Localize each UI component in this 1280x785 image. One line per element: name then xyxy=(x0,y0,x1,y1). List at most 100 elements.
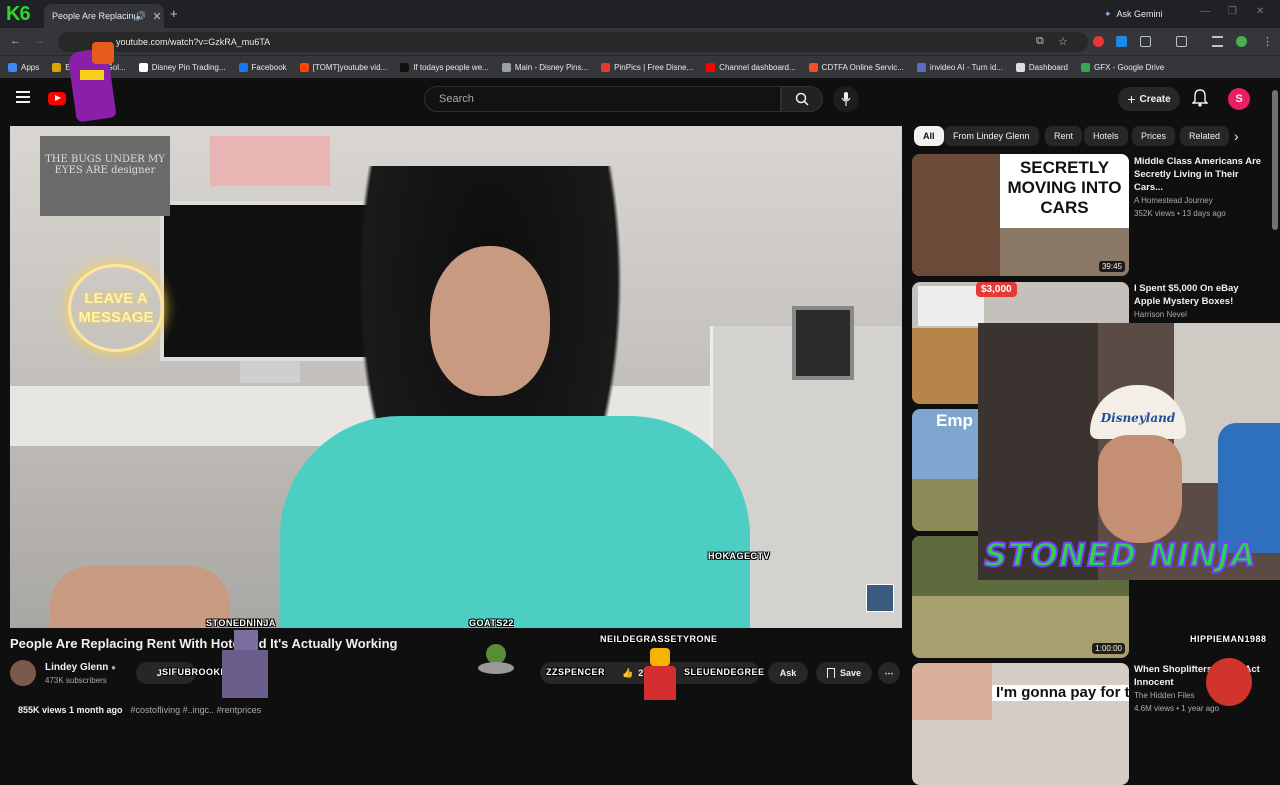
filter-chip[interactable]: From Lindey Glenn xyxy=(944,126,1039,146)
bookmark-star-icon[interactable]: ☆ xyxy=(1058,35,1068,48)
extension-red-icon[interactable] xyxy=(1093,36,1104,47)
filter-chip[interactable]: Hotels xyxy=(1084,126,1128,146)
filter-chip[interactable]: Rent xyxy=(1045,126,1083,146)
video-title: People Are Replacing Rent With Hote...nd… xyxy=(10,636,398,651)
more-actions-icon[interactable]: ⋯ xyxy=(878,662,900,684)
ask-gemini-label: Ask Gemini xyxy=(1116,9,1163,19)
extensions-puzzle-icon[interactable] xyxy=(1140,36,1151,47)
imac-stand xyxy=(240,361,300,383)
channel-name[interactable]: Lindey Glenn ● xyxy=(45,662,116,673)
recommendation-info-1[interactable]: Middle Class Americans Are Secretly Livi… xyxy=(1134,155,1266,220)
bookmark-label: Dashboard xyxy=(1028,62,1068,72)
media-controls-icon[interactable] xyxy=(1212,36,1223,47)
bookmark-item[interactable]: Main - Disney Pins... xyxy=(501,62,588,72)
disneyland-cap: Disneyland xyxy=(1090,385,1186,439)
sidepanel-icon[interactable] xyxy=(1176,36,1187,47)
back-icon[interactable]: ← xyxy=(10,35,21,47)
bookmark-item[interactable]: Apps xyxy=(8,62,39,72)
chips-next-icon[interactable]: › xyxy=(1234,128,1239,144)
search-button[interactable] xyxy=(781,86,823,112)
account-avatar[interactable]: S xyxy=(1228,88,1250,110)
thumb-person xyxy=(912,663,992,720)
bookmark-label: If todays people we... xyxy=(413,62,489,72)
hashtags[interactable]: #costofliving #..ingc.. #rentprices xyxy=(131,705,262,715)
extension-blue-icon[interactable] xyxy=(1116,36,1127,47)
bookmark-item[interactable]: [TOMT]youtube vid... xyxy=(299,62,387,72)
bookmark-item[interactable]: Facebook xyxy=(238,62,287,72)
search-placeholder: Search xyxy=(439,93,474,105)
install-icon[interactable]: ⧉ xyxy=(1036,35,1044,48)
bookmark-favicon-icon xyxy=(808,62,818,72)
scrollbar[interactable] xyxy=(1272,90,1278,230)
rec-title: Middle Class Americans Are Secretly Livi… xyxy=(1134,156,1262,193)
bookmark-item[interactable]: GFX - Google Drive xyxy=(1081,62,1164,72)
channel-avatar[interactable] xyxy=(10,660,36,686)
rec-meta: 352K views • 13 days ago xyxy=(1134,209,1226,218)
profile-icon[interactable] xyxy=(1236,36,1247,47)
k6-logo: K6 xyxy=(6,3,31,25)
duration-badge: 39:45 xyxy=(1098,261,1125,272)
bookmark-favicon-icon xyxy=(8,62,17,72)
skull-frame xyxy=(792,306,854,380)
filter-chip[interactable]: Prices xyxy=(1132,126,1176,146)
save-label: Save xyxy=(839,668,862,678)
notifications-bell-icon[interactable] xyxy=(1191,89,1209,112)
bookmark-item[interactable]: CDTFA Online Servic... xyxy=(808,62,904,72)
overlay-username-hokagectv: HOKAGECTV xyxy=(708,551,771,561)
browser-tab-bar: K6 People Are Replacing Rent 🔊 ✕ + ✦ Ask… xyxy=(0,0,1280,28)
recommendation-thumbnail-1[interactable]: SECRETLY MOVING INTO CARS 39:45 xyxy=(912,154,1129,276)
bookmarks-bar: AppsEx...ensive Gol...Disney Pin Trading… xyxy=(0,56,1280,78)
streamer-face xyxy=(1098,435,1182,543)
overlay-username-hippieman1988: HIPPIEMAN1988 xyxy=(1190,634,1267,644)
bookmark-item[interactable]: Channel dashboard... xyxy=(706,62,796,72)
thumb-text: I'm gonna pay for these xyxy=(992,685,1129,701)
close-tab-icon[interactable]: ✕ xyxy=(150,10,164,23)
recommendation-thumbnail-5[interactable]: I'm gonna pay for these xyxy=(912,663,1129,785)
bookmark-item[interactable]: If todays people we... xyxy=(400,62,489,72)
pink-grid-board xyxy=(210,136,330,186)
description-box[interactable]: 855K views 1 month ago #costofliving #..… xyxy=(0,700,902,720)
restore-icon[interactable]: ❐ xyxy=(1228,6,1237,17)
bookmark-label: Channel dashboard... xyxy=(719,62,796,72)
recommendation-info-2[interactable]: I Spent $5,000 On eBay Apple Mystery Box… xyxy=(1134,282,1266,321)
bookmark-item[interactable]: invideo AI - Turn id... xyxy=(916,62,1003,72)
bookmark-item[interactable]: Disney Pin Trading... xyxy=(138,62,226,72)
save-button[interactable]: Save xyxy=(816,662,872,684)
thumbs-up-icon: 👍 xyxy=(622,667,634,678)
rec-channel: Harrison Nevel xyxy=(1134,310,1187,319)
person-face xyxy=(430,246,550,396)
bookmark-favicon-icon xyxy=(52,62,62,72)
voice-search-button[interactable] xyxy=(833,86,859,112)
filter-chip[interactable]: All xyxy=(914,126,944,146)
ask-button[interactable]: Ask xyxy=(768,662,808,684)
bookmark-favicon-icon xyxy=(238,62,248,72)
hamburger-menu-icon[interactable] xyxy=(16,91,30,103)
search-input[interactable]: Search xyxy=(424,86,781,112)
bookmark-item[interactable]: PinPics | Free Disne... xyxy=(601,62,693,72)
box-graphic xyxy=(912,328,978,404)
active-tab[interactable]: People Are Replacing Rent 🔊 ✕ xyxy=(44,4,164,28)
speaker-icon[interactable]: 🔊 xyxy=(135,11,146,22)
create-label: Create xyxy=(1139,93,1171,105)
bookmark-favicon-icon xyxy=(706,62,716,72)
bookmark-item[interactable]: Dashboard xyxy=(1015,62,1068,72)
ufo-sprite xyxy=(478,644,514,688)
bookmark-label: Disney Pin Trading... xyxy=(151,62,226,72)
minimize-icon[interactable]: — xyxy=(1200,6,1210,17)
channel-watermark[interactable] xyxy=(866,584,894,612)
thumb-text: SECRETLY MOVING INTO CARS xyxy=(1000,154,1129,228)
window-close-icon[interactable]: ✕ xyxy=(1256,6,1264,17)
filter-chip[interactable]: Related xyxy=(1180,126,1230,146)
bookmark-favicon-icon xyxy=(1015,62,1025,72)
forward-icon[interactable]: → xyxy=(34,35,45,47)
bookmark-favicon-icon xyxy=(299,62,309,72)
ask-gemini-button[interactable]: ✦ Ask Gemini xyxy=(1104,6,1163,22)
browser-menu-icon[interactable]: ⋮ xyxy=(1262,35,1273,48)
cap-text: Disneyland xyxy=(1100,411,1176,425)
thumb-person xyxy=(912,154,1000,276)
create-button[interactable]: + Create xyxy=(1118,87,1180,111)
person-hoodie xyxy=(280,416,750,628)
address-bar[interactable]: youtube.com/watch?v=GzkRA_mu6TA xyxy=(58,32,1088,52)
bookmark-favicon-icon xyxy=(916,62,926,72)
new-tab-button[interactable]: + xyxy=(170,6,178,21)
